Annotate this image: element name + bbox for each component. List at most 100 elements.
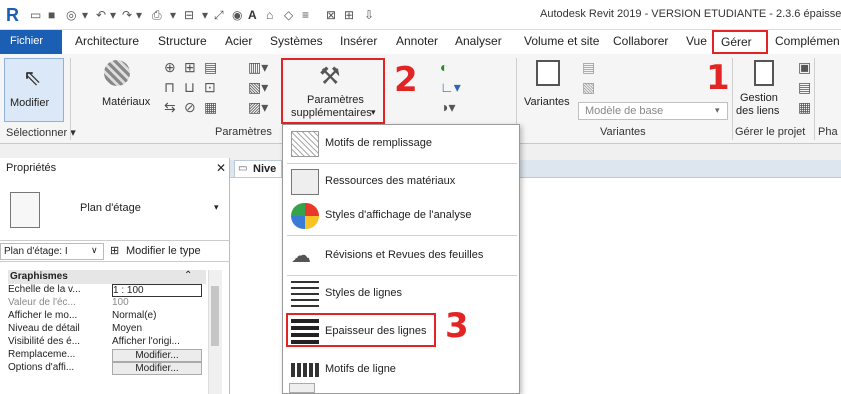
redo-dropdown-icon[interactable]: ▾ <box>136 8 142 22</box>
variantes-button[interactable]: Variantes <box>520 58 578 122</box>
purge-unused-icon[interactable]: ⊘ <box>184 100 196 114</box>
structural-settings-icon[interactable]: ▥▾ <box>248 60 268 74</box>
divider <box>732 58 733 140</box>
tab-acier[interactable]: Acier <box>225 34 252 48</box>
dropdown-icon[interactable]: ▾ <box>170 8 176 22</box>
project-units-icon[interactable]: ▦ <box>204 100 217 114</box>
undo-dropdown-icon[interactable]: ▾ <box>110 8 116 22</box>
design-option-select[interactable]: Modèle de base ▾ <box>578 102 728 120</box>
dropdown-icon[interactable]: ▾ <box>202 8 208 22</box>
object-styles-icon[interactable]: ⊕ <box>164 60 176 74</box>
menu-item-motifs-de-ligne[interactable]: Motifs de ligne <box>287 351 515 389</box>
instance-filter-label: Plan d'étage: I <box>4 246 68 257</box>
gerer-le-projet-section-label: Gérer le projet <box>735 126 806 138</box>
modifier-button[interactable]: ⇖ Modifier <box>4 58 64 122</box>
chevron-down-icon: ∨ <box>91 245 98 255</box>
scrollbar-thumb[interactable] <box>211 286 219 346</box>
properties-panel: Propriétés ✕ Plan d'étage ▾ Plan d'étage… <box>0 158 230 394</box>
shared-parameters-icon[interactable]: ⊔ <box>184 80 195 94</box>
project-parameters-icon[interactable]: ⊓ <box>164 80 175 94</box>
location-icon[interactable]: ◐ <box>440 60 448 74</box>
tab-fichier[interactable]: Fichier <box>0 30 62 54</box>
save-icon[interactable]: ■ <box>48 8 55 22</box>
parametres-supplementaires-button[interactable]: ⚒ Paramètres supplémentaires ▾ <box>281 58 385 124</box>
revision-cloud-icon: ☁ <box>291 245 311 267</box>
position-icon[interactable]: ◑▾ <box>440 100 455 114</box>
switch-windows-icon[interactable]: ⊞ <box>344 8 354 22</box>
3d-view-icon[interactable]: ⌂ <box>266 8 273 22</box>
thin-lines-icon[interactable]: ≡ <box>302 8 309 22</box>
callout-3: 3 <box>445 306 469 346</box>
group-header[interactable]: Graphismes ⌃ <box>8 270 206 284</box>
customize-icon[interactable]: ⇩ <box>364 8 374 22</box>
panel-schedules-icon[interactable]: ▨▾ <box>248 100 268 114</box>
redo-icon[interactable]: ↷ <box>122 8 132 22</box>
menu-item-styles-de-lignes[interactable]: Styles de lignes <box>287 275 515 313</box>
section-icon[interactable]: ◇ <box>284 8 293 22</box>
floor-plan-icon: ▭ <box>238 163 248 174</box>
tab-volume-et-site[interactable]: Volume et site <box>524 34 599 48</box>
table-row: Echelle de la v... 1 : 100 <box>8 284 203 297</box>
tab-gerer[interactable]: Gérer <box>712 30 768 54</box>
menu-item-motifs-de-remplissage[interactable]: Motifs de remplissage <box>287 125 515 163</box>
tab-architecture[interactable]: Architecture <box>75 34 139 48</box>
tab-systemes[interactable]: Systèmes <box>270 34 323 48</box>
gestion-label: Gestion <box>740 92 778 104</box>
property-value[interactable]: Afficher l'origi... <box>112 336 202 347</box>
tab-structure[interactable]: Structure <box>158 34 207 48</box>
snaps-icon[interactable]: ⊞ <box>184 60 196 74</box>
type-selector[interactable]: Plan d'étage ▾ <box>8 188 219 232</box>
pick-to-edit-icon[interactable]: ▧ <box>582 80 595 94</box>
modifier-button[interactable]: Modifier... <box>112 362 202 375</box>
gestion-des-liens-button[interactable]: Gestion des liens <box>734 58 794 122</box>
view-tab-label: Nive <box>253 163 277 175</box>
tab-vue[interactable]: Vue <box>686 34 707 48</box>
line-patterns-icon <box>291 363 319 377</box>
edit-type-button[interactable]: ⊞ Modifier le type <box>108 242 220 260</box>
materiaux-button[interactable]: Matériaux <box>74 58 162 122</box>
property-value[interactable]: Moyen <box>112 323 202 334</box>
tab-annoter[interactable]: Annoter <box>396 34 438 48</box>
transfer-standards-icon[interactable]: ⇆ <box>164 100 176 114</box>
sync-dropdown-icon[interactable]: ▾ <box>82 8 88 22</box>
measure-icon[interactable]: ⊟ <box>184 8 194 22</box>
print-icon[interactable]: ⎙ <box>152 8 162 23</box>
close-hidden-icon[interactable]: ⊠ <box>326 8 336 22</box>
view-tab[interactable]: ▭ Nive <box>234 160 282 178</box>
menu-item-ressources-materiaux[interactable]: Ressources des matériaux <box>287 163 515 201</box>
modifier-label: Modifier <box>10 97 50 109</box>
menu-item-label: Révisions et Revues des feuilles <box>325 249 484 261</box>
open-icon[interactable]: ▭ <box>30 8 41 22</box>
tab-collaborer[interactable]: Collaborer <box>613 34 668 48</box>
global-parameters-icon[interactable]: ⊡ <box>204 80 216 94</box>
tab-analyser[interactable]: Analyser <box>455 34 502 48</box>
menu-item-revisions[interactable]: ☁ Révisions et Revues des feuilles <box>287 237 515 275</box>
tab-complements[interactable]: Complémen <box>775 34 840 48</box>
menu-item-styles-affichage-analyse[interactable]: Styles d'affichage de l'analyse <box>287 197 515 235</box>
instance-filter-select[interactable]: Plan d'étage: I ∨ <box>0 243 104 260</box>
starting-view-icon[interactable]: ▤ <box>798 80 811 94</box>
coordinates-icon[interactable]: ∟▾ <box>440 80 461 94</box>
property-key: Visibilité des é... <box>8 336 81 347</box>
selectionner-dropdown[interactable]: Sélectionner ▾ <box>6 126 76 139</box>
property-value[interactable]: Normal(e) <box>112 310 202 321</box>
undo-icon[interactable]: ↶ <box>96 8 106 22</box>
modifier-button[interactable]: Modifier... <box>112 349 202 362</box>
revit-logo-icon[interactable]: R <box>6 6 24 24</box>
add-to-set-icon[interactable]: ▤ <box>582 60 595 74</box>
close-icon[interactable]: ✕ <box>216 161 226 175</box>
tag-icon[interactable]: ◉ <box>232 8 242 22</box>
sync-icon[interactable]: ◎ <box>66 8 76 22</box>
dimension-icon[interactable]: ⤢ <box>214 8 224 23</box>
mep-settings-icon[interactable]: ▧▾ <box>248 80 268 94</box>
variantes-section-label: Variantes <box>600 126 646 138</box>
tab-inserer[interactable]: Insérer <box>340 34 377 48</box>
property-key: Echelle de la v... <box>8 284 81 295</box>
text-icon[interactable]: A <box>248 8 257 22</box>
project-info-icon[interactable]: ▤ <box>204 60 217 74</box>
table-row: Niveau de détail Moyen <box>8 323 203 336</box>
collapse-icon: ⌃ <box>184 270 193 281</box>
manage-images-icon[interactable]: ▣ <box>798 60 811 74</box>
property-value-input[interactable]: 1 : 100 <box>112 284 202 297</box>
decal-types-icon[interactable]: ▦ <box>798 100 811 114</box>
